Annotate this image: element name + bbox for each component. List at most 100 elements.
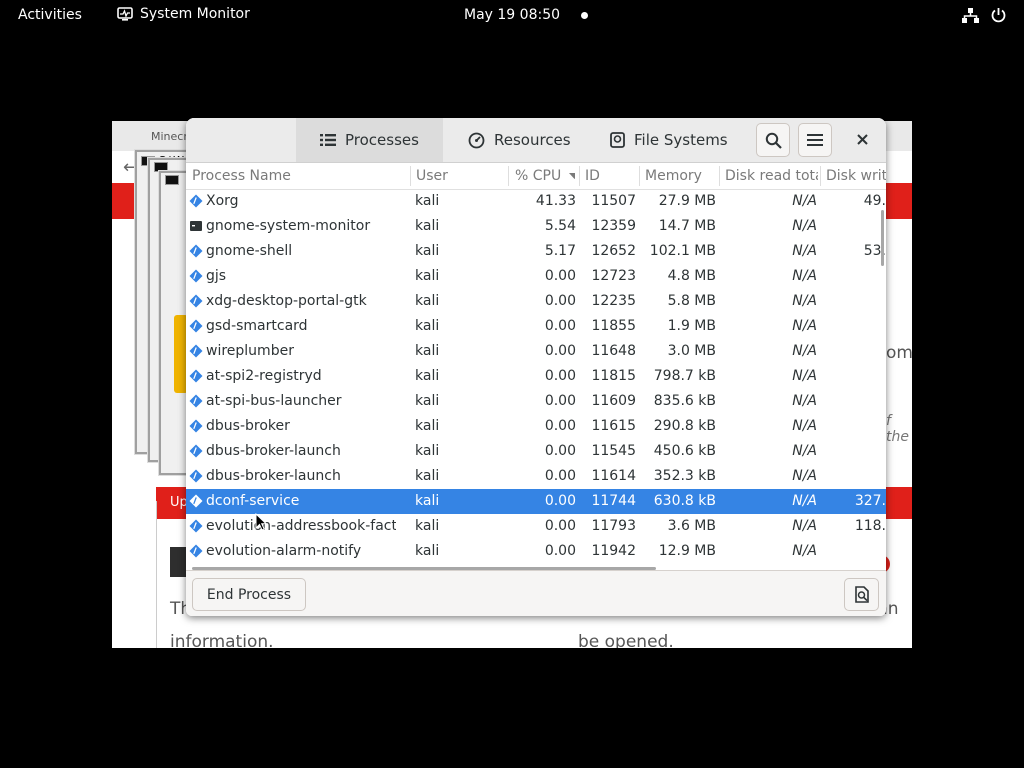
process-diamond-icon	[189, 444, 203, 458]
activities-button[interactable]: Activities	[18, 7, 82, 23]
process-disk-read-cell: N/A	[792, 343, 817, 359]
process-diamond-icon	[189, 194, 203, 208]
column-header-id[interactable]: ID	[585, 163, 635, 189]
process-disk-write-cell: 49.	[863, 193, 886, 209]
mouse-cursor-icon	[255, 513, 267, 531]
process-row[interactable]: Xorg kali 41.33 11507 27.9 MB N/A 49.	[186, 189, 886, 214]
process-disk-write-cell	[824, 414, 886, 439]
process-disk-write-cell	[824, 364, 886, 389]
process-row[interactable]: at-spi2-registryd kali 0.00 11815 798.7 kB N/…	[186, 364, 886, 389]
close-icon	[856, 133, 868, 145]
column-header-disk-write[interactable]: Disk writ	[826, 163, 886, 189]
process-row[interactable]: gsd-smartcard kali 0.00 11855 1.9 MB N/A	[186, 314, 886, 339]
process-row[interactable]: xdg-desktop-portal-gtk kali 0.00 12235 5.8 M…	[186, 289, 886, 314]
search-button[interactable]	[756, 123, 790, 157]
process-user-cell: kali	[415, 543, 440, 559]
process-disk-write-cell	[824, 389, 886, 414]
process-disk-write-cell	[824, 214, 886, 239]
process-disk-read-cell: N/A	[792, 218, 817, 234]
process-cpu-cell: 0.00	[544, 543, 576, 559]
process-diamond-icon	[189, 494, 203, 508]
process-diamond-icon	[189, 519, 203, 533]
network-icon[interactable]	[962, 8, 979, 24]
process-disk-read-cell: N/A	[792, 193, 817, 209]
hamburger-menu-icon	[807, 134, 823, 146]
process-row[interactable]: dconf-service kali 0.00 11744 630.8 kB N/A 327…	[186, 489, 886, 514]
process-name-cell: gnome-shell	[206, 243, 293, 259]
process-memory-cell: 630.8 kB	[653, 493, 716, 509]
tab-file-systems[interactable]: File Systems	[610, 118, 728, 162]
process-cpu-cell: 0.00	[544, 368, 576, 384]
column-header-process-name[interactable]: Process Name	[192, 163, 407, 189]
process-row[interactable]: evolution-addressbook-factory kali 0.00 117…	[186, 514, 886, 539]
main-menu-button[interactable]	[798, 123, 832, 157]
process-id-cell: 12723	[591, 268, 636, 284]
process-user-cell: kali	[415, 493, 440, 509]
process-user-cell: kali	[415, 393, 440, 409]
process-id-cell: 11545	[591, 443, 636, 459]
process-disk-read-cell: N/A	[792, 293, 817, 309]
process-disk-read-cell: N/A	[792, 393, 817, 409]
process-user-cell: kali	[415, 343, 440, 359]
gauge-icon	[468, 132, 485, 148]
tab-resources[interactable]: Resources	[468, 118, 571, 162]
process-id-cell: 12652	[591, 243, 636, 259]
process-cpu-cell: 0.00	[544, 268, 576, 284]
background-divider	[156, 501, 157, 648]
process-memory-cell: 14.7 MB	[658, 218, 716, 234]
column-header-disk-read[interactable]: Disk read tota	[725, 163, 818, 189]
process-user-cell: kali	[415, 318, 440, 334]
process-user-cell: kali	[415, 468, 440, 484]
process-list: Xorg kali 41.33 11507 27.9 MB N/A 49. gnome-sys…	[186, 189, 886, 564]
process-memory-cell: 3.6 MB	[667, 518, 716, 534]
properties-icon	[854, 586, 869, 603]
process-row[interactable]: gjs kali 0.00 12723 4.8 MB N/A	[186, 264, 886, 289]
end-process-button[interactable]: End Process	[192, 578, 306, 611]
process-cpu-cell: 5.54	[544, 218, 576, 234]
column-header-user[interactable]: User	[416, 163, 506, 189]
tab-label: Processes	[345, 131, 419, 149]
close-button[interactable]	[846, 123, 878, 155]
process-row[interactable]: at-spi-bus-launcher kali 0.00 11609 835.6 kB…	[186, 389, 886, 414]
process-name-cell: dbus-broker-launch	[206, 443, 341, 459]
process-disk-write-cell	[824, 464, 886, 489]
power-icon[interactable]	[990, 7, 1007, 24]
column-header-cpu[interactable]: % CPU	[515, 163, 575, 189]
background-side-text: f the	[886, 413, 909, 445]
process-name-cell: xdg-desktop-portal-gtk	[206, 293, 367, 309]
process-row[interactable]: gnome-shell kali 5.17 12652 102.1 MB N/A 53.	[186, 239, 886, 264]
process-properties-button[interactable]	[844, 578, 879, 611]
process-id-cell: 12359	[591, 218, 636, 234]
process-cpu-cell: 0.00	[544, 518, 576, 534]
process-user-cell: kali	[415, 368, 440, 384]
process-disk-write-cell	[824, 314, 886, 339]
tab-label: Resources	[494, 131, 571, 149]
process-disk-write-cell: 118.	[854, 518, 886, 534]
header-bar: Processes Resources File Systems	[186, 118, 886, 163]
process-diamond-icon	[189, 469, 203, 483]
process-id-cell: 12235	[591, 293, 636, 309]
process-row[interactable]: dbus-broker-launch kali 0.00 11614 352.3 kB N…	[186, 464, 886, 489]
process-disk-read-cell: N/A	[792, 368, 817, 384]
process-disk-read-cell: N/A	[792, 543, 817, 559]
disk-icon	[610, 132, 625, 148]
action-bar: End Process	[186, 570, 886, 616]
background-side-text: om	[886, 343, 912, 363]
vertical-scrollbar[interactable]	[881, 210, 884, 266]
process-name-cell: gsd-smartcard	[206, 318, 308, 334]
clock[interactable]: May 19 08:50	[464, 7, 560, 23]
process-user-cell: kali	[415, 443, 440, 459]
app-menu[interactable]: System Monitor	[117, 6, 250, 22]
process-user-cell: kali	[415, 418, 440, 434]
process-name-cell: at-spi2-registryd	[206, 368, 322, 384]
process-row[interactable]: dbus-broker-launch kali 0.00 11545 450.6 kB N…	[186, 439, 886, 464]
column-header-memory[interactable]: Memory	[645, 163, 717, 189]
process-row[interactable]: evolution-alarm-notify kali 0.00 11942 12.9 …	[186, 539, 886, 564]
process-row[interactable]: gnome-system-monitor kali 5.54 12359 14.7 MB…	[186, 214, 886, 239]
process-row[interactable]: wireplumber kali 0.00 11648 3.0 MB N/A	[186, 339, 886, 364]
process-id-cell: 11855	[591, 318, 636, 334]
tab-processes[interactable]: Processes	[296, 118, 443, 162]
process-cpu-cell: 41.33	[535, 193, 576, 209]
process-row[interactable]: dbus-broker kali 0.00 11615 290.8 kB N/A	[186, 414, 886, 439]
process-id-cell: 11609	[591, 393, 636, 409]
